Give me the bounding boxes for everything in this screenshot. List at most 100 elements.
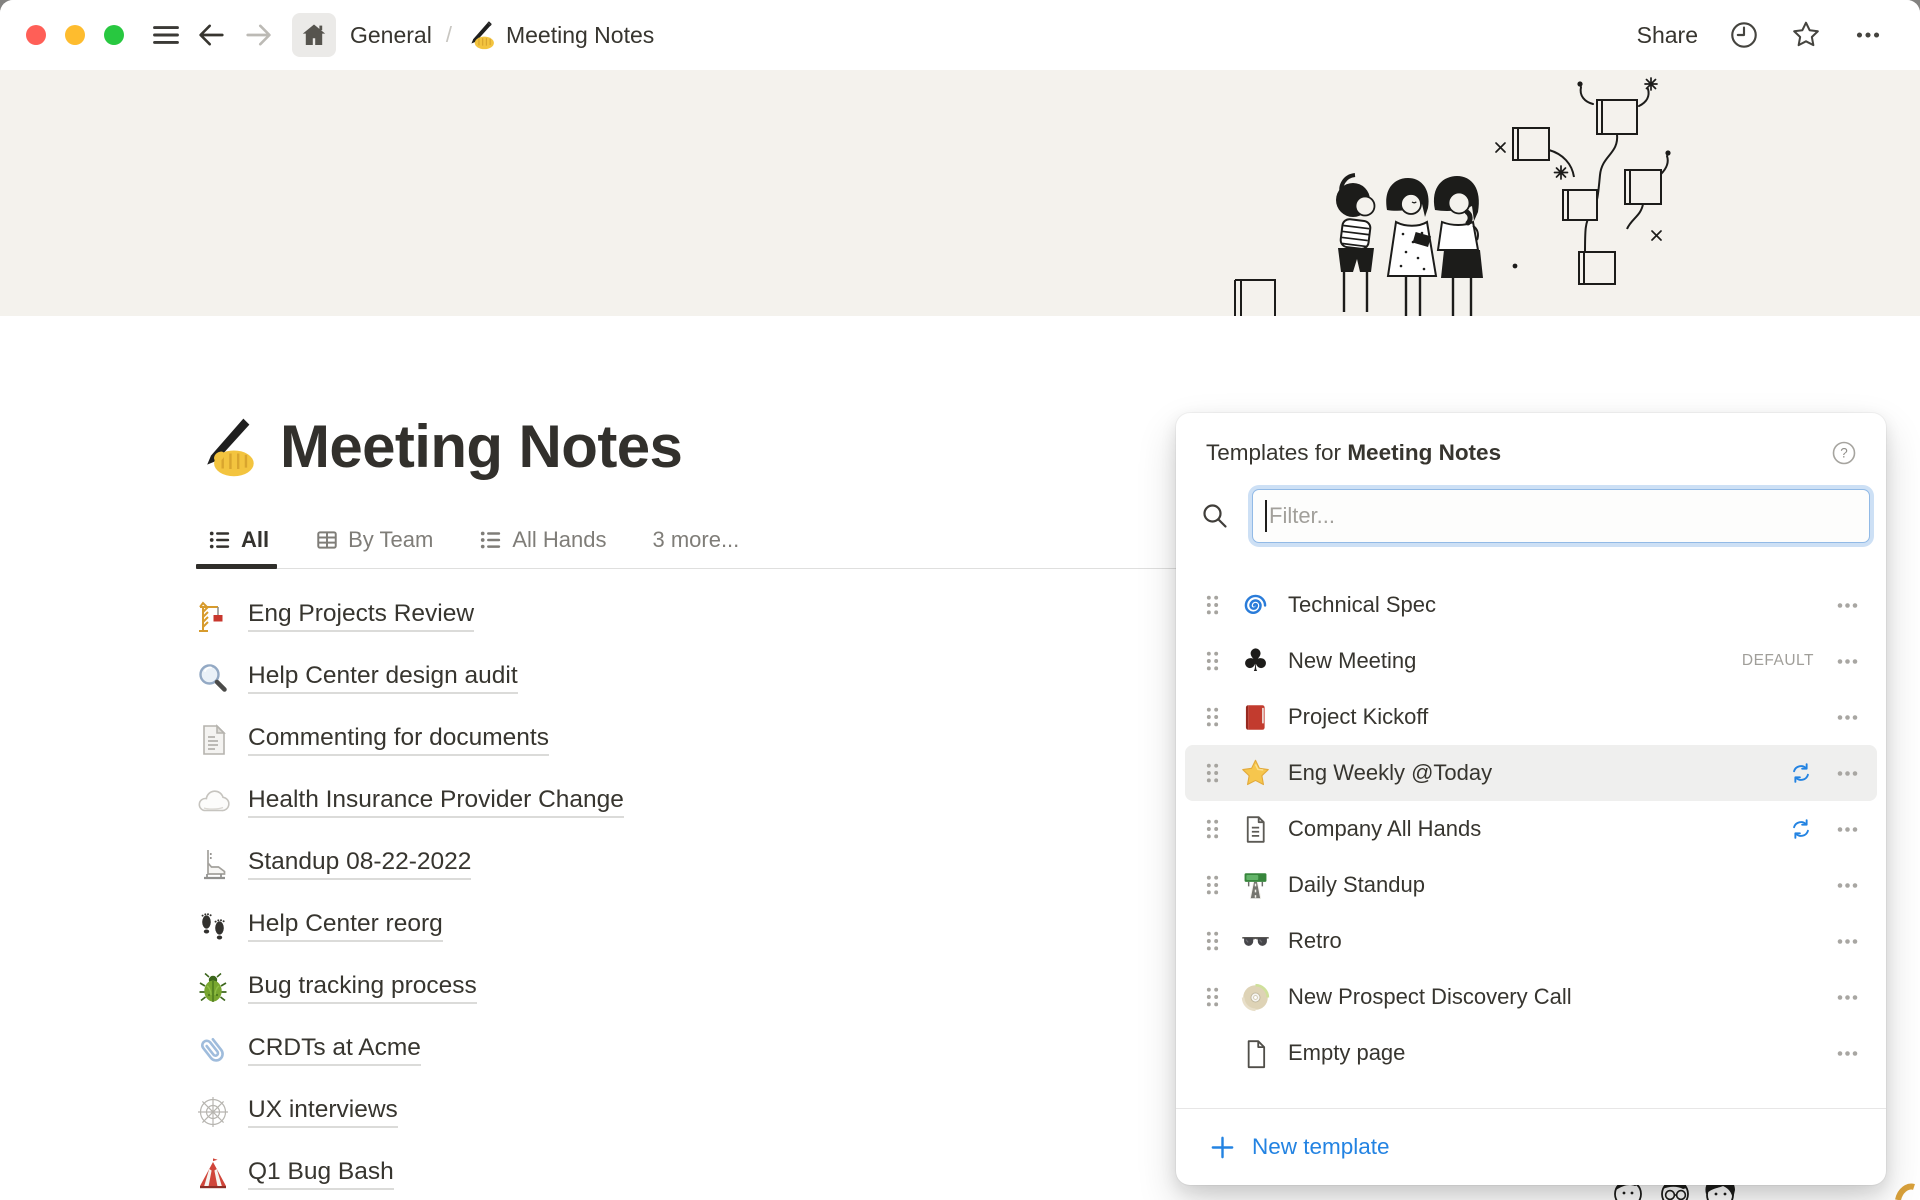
template-row[interactable]: ♣ New Meeting DEFAULT — [1185, 633, 1877, 689]
new-template-label: New template — [1252, 1134, 1390, 1160]
page-facing-up-icon — [196, 723, 230, 757]
template-name: Empty page — [1288, 1040, 1405, 1066]
sidebar-menu-icon[interactable] — [150, 19, 182, 51]
cover-illustration — [1215, 70, 1675, 316]
cd-icon — [1240, 982, 1271, 1013]
template-name: Company All Hands — [1288, 816, 1481, 842]
drag-handle-icon[interactable] — [1205, 818, 1220, 840]
close-window-button[interactable] — [26, 25, 46, 45]
drag-handle-icon[interactable] — [1205, 594, 1220, 616]
writing-hand-icon — [196, 416, 258, 478]
row-options-icon[interactable] — [1834, 984, 1861, 1011]
page-link[interactable]: Q1 Bug Bash — [248, 1158, 394, 1190]
template-name: Technical Spec — [1288, 592, 1436, 618]
help-icon[interactable]: ? — [1830, 439, 1858, 467]
row-options-icon[interactable] — [1834, 648, 1861, 675]
template-row[interactable]: Company All Hands — [1185, 801, 1877, 857]
tab-all[interactable]: All — [196, 527, 273, 568]
forward-icon[interactable] — [242, 19, 274, 51]
red-book-icon — [1240, 702, 1271, 733]
circus-tent-icon — [196, 1157, 230, 1191]
template-name: Retro — [1288, 928, 1342, 954]
history-clock-icon[interactable] — [1728, 19, 1760, 51]
template-name: New Prospect Discovery Call — [1288, 984, 1572, 1010]
page-cover — [0, 70, 1920, 316]
page-link[interactable]: Help Center design audit — [248, 662, 518, 694]
favorite-star-icon[interactable] — [1790, 19, 1822, 51]
row-options-icon[interactable] — [1834, 816, 1861, 843]
empty-page-icon — [1240, 1038, 1271, 1069]
template-row[interactable]: New Prospect Discovery Call — [1185, 969, 1877, 1025]
page-link[interactable]: CRDTs at Acme — [248, 1034, 421, 1066]
table-view-icon — [315, 528, 339, 552]
tab-all-hands[interactable]: All Hands — [475, 527, 610, 568]
breadcrumb-page[interactable]: Meeting Notes — [506, 22, 654, 49]
row-options-icon[interactable] — [1834, 872, 1861, 899]
row-options-icon[interactable] — [1834, 1040, 1861, 1067]
window-controls — [26, 25, 124, 45]
breadcrumb-workspace[interactable]: General — [350, 22, 432, 49]
page-link[interactable]: Commenting for documents — [248, 724, 549, 756]
paperclip-icon — [196, 1033, 230, 1067]
drag-handle-icon[interactable] — [1205, 930, 1220, 952]
page-link[interactable]: Bug tracking process — [248, 972, 477, 1004]
template-list: Technical Spec ♣ New Meeting DEFAULT — [1176, 577, 1886, 1081]
search-icon — [1200, 501, 1230, 531]
document-icon — [1240, 814, 1271, 845]
drag-handle-icon[interactable] — [1205, 650, 1220, 672]
popover-header: Templates for Meeting Notes ? — [1176, 413, 1886, 467]
page-link[interactable]: Eng Projects Review — [248, 600, 474, 632]
drag-handle-icon[interactable] — [1205, 706, 1220, 728]
share-button[interactable]: Share — [1637, 22, 1698, 49]
tab-3-more-[interactable]: 3 more... — [648, 527, 743, 568]
gold-star-icon — [1240, 758, 1271, 789]
back-icon[interactable] — [196, 19, 228, 51]
list-view-icon — [479, 528, 503, 552]
sunglasses-icon — [1240, 926, 1271, 957]
zoom-window-button[interactable] — [104, 25, 124, 45]
page-link[interactable]: Standup 08-22-2022 — [248, 848, 471, 880]
drag-handle-icon[interactable] — [1205, 986, 1220, 1008]
text-cursor — [1265, 500, 1267, 532]
template-row[interactable]: Empty page — [1185, 1025, 1877, 1081]
page-link[interactable]: Health Insurance Provider Change — [248, 786, 624, 818]
page-link[interactable]: UX interviews — [248, 1096, 398, 1128]
page-title[interactable]: Meeting Notes — [280, 412, 682, 481]
list-view-icon — [208, 528, 232, 552]
repeat-icon — [1788, 816, 1814, 842]
row-options-icon[interactable] — [1834, 928, 1861, 955]
default-badge: DEFAULT — [1742, 652, 1814, 670]
tab-by-team[interactable]: By Team — [311, 527, 437, 568]
home-button[interactable] — [292, 13, 336, 57]
ice-skate-icon — [196, 847, 230, 881]
more-options-icon[interactable] — [1852, 19, 1884, 51]
row-options-icon[interactable] — [1834, 592, 1861, 619]
repeat-icon — [1788, 760, 1814, 786]
template-row[interactable]: Daily Standup — [1185, 857, 1877, 913]
breadcrumb: General / Meeting Notes — [350, 20, 654, 50]
drag-handle-icon[interactable] — [1205, 762, 1220, 784]
cyclone-icon — [1240, 590, 1271, 621]
minimize-window-button[interactable] — [65, 25, 85, 45]
template-name: Project Kickoff — [1288, 704, 1428, 730]
template-filter-row — [1176, 489, 1886, 543]
breadcrumb-separator: / — [446, 22, 452, 48]
row-options-icon[interactable] — [1834, 760, 1861, 787]
home-icon — [300, 21, 328, 49]
template-filter-input[interactable] — [1252, 489, 1870, 543]
beetle-icon — [196, 971, 230, 1005]
crane-icon — [196, 599, 230, 633]
drag-handle-icon[interactable] — [1205, 874, 1220, 896]
template-row[interactable]: Retro — [1185, 913, 1877, 969]
spider-web-icon — [196, 1095, 230, 1129]
new-template-button[interactable]: New template — [1176, 1108, 1886, 1185]
row-options-icon[interactable] — [1834, 704, 1861, 731]
template-row[interactable]: Project Kickoff — [1185, 689, 1877, 745]
template-row[interactable]: Eng Weekly @Today — [1185, 745, 1877, 801]
app-window: General / Meeting Notes Share — [0, 0, 1920, 1200]
template-row[interactable]: Technical Spec — [1185, 577, 1877, 633]
cloud-icon — [196, 785, 230, 819]
popover-title-page: Meeting Notes — [1347, 440, 1501, 465]
plus-icon — [1208, 1133, 1237, 1162]
page-link[interactable]: Help Center reorg — [248, 910, 443, 942]
